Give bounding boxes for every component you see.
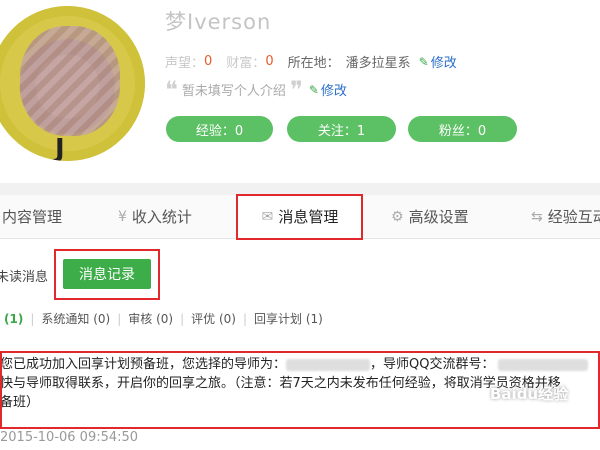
pencil-icon: ✎ — [418, 54, 429, 69]
location-label: 所在地： — [287, 56, 340, 71]
tab-content-management[interactable]: 内容管理 — [2, 195, 62, 238]
filter-share-plan[interactable]: 回享计划 (1) — [254, 310, 323, 327]
pencil-icon: ✎ — [308, 82, 319, 97]
filter-separator: | — [242, 311, 247, 326]
experience-stat-label: 经验：0 — [195, 123, 244, 139]
message-filters: (1) | 系统通知 (0) | 审核 (0) | 评优 (0) | 回享计划 … — [0, 310, 323, 327]
filter-separator: | — [30, 311, 35, 326]
followers-stat-label: 粉丝：0 — [438, 123, 487, 139]
tab-advanced-settings[interactable]: ⚙ 高级设置 — [391, 195, 469, 238]
profile-intro: ❝ 暂未填写个人介绍 ❞ ✎ 修改 — [165, 75, 347, 104]
username: 梦Iverson — [165, 10, 272, 34]
profile-info-row: 声望： 0 财富： 0 所在地： 潘多拉星系 ✎ 修改 — [165, 52, 457, 71]
reputation-value: 0 — [204, 54, 213, 69]
edit-intro-label: 修改 — [320, 84, 347, 99]
filter-separator: | — [117, 311, 122, 326]
tab-label: 高级设置 — [408, 208, 469, 226]
wealth-value: 0 — [265, 54, 274, 69]
edit-location-label: 修改 — [430, 56, 457, 71]
gear-icon: ⚙ — [391, 208, 404, 225]
intro-text: 暂未填写个人介绍 — [181, 84, 286, 99]
followers-stat-pill[interactable]: 粉丝：0 — [408, 116, 517, 142]
watermark: Baidu经验 — [490, 385, 569, 403]
edit-location-link[interactable]: ✎ 修改 — [411, 52, 457, 72]
edit-intro-link[interactable]: ✎ 修改 — [307, 80, 347, 100]
reputation-label: 声望： — [165, 56, 205, 71]
filter-all[interactable]: (1) — [4, 312, 23, 326]
highlight-box-tab — [236, 194, 363, 240]
filter-system-notice[interactable]: 系统通知 (0) — [41, 310, 110, 327]
filter-separator: | — [180, 311, 185, 326]
avatar-image — [20, 26, 120, 136]
tab-label: 经验互动 — [547, 208, 600, 226]
user-avatar[interactable]: J — [0, 6, 145, 161]
message-date: 2015-10-06 09:54:50 — [0, 430, 139, 445]
quote-close-icon: ❞ — [289, 75, 303, 104]
location-value: 潘多拉星系 — [345, 56, 411, 71]
subnav-unread[interactable]: 未读消息 — [0, 266, 48, 285]
quote-open-icon: ❝ — [165, 75, 178, 104]
avatar-glyph: J — [55, 134, 65, 161]
tab-income-stats[interactable]: ¥ 收入统计 — [118, 195, 192, 238]
yen-icon: ¥ — [118, 208, 127, 225]
experience-stat-pill[interactable]: 经验：0 — [166, 116, 273, 142]
tab-label: 收入统计 — [131, 208, 192, 226]
tab-experience-interaction[interactable]: ⇆ 经验互动 — [531, 195, 600, 238]
highlight-box-record — [54, 249, 160, 300]
following-stat-label: 关注：1 — [317, 123, 366, 139]
wealth-label: 财富： — [226, 56, 266, 71]
tab-label: 内容管理 — [2, 208, 63, 226]
filter-review[interactable]: 审核 (0) — [128, 310, 173, 327]
exchange-icon: ⇆ — [531, 208, 543, 225]
filter-rating[interactable]: 评优 (0) — [191, 310, 236, 327]
following-stat-pill[interactable]: 关注：1 — [287, 116, 396, 142]
